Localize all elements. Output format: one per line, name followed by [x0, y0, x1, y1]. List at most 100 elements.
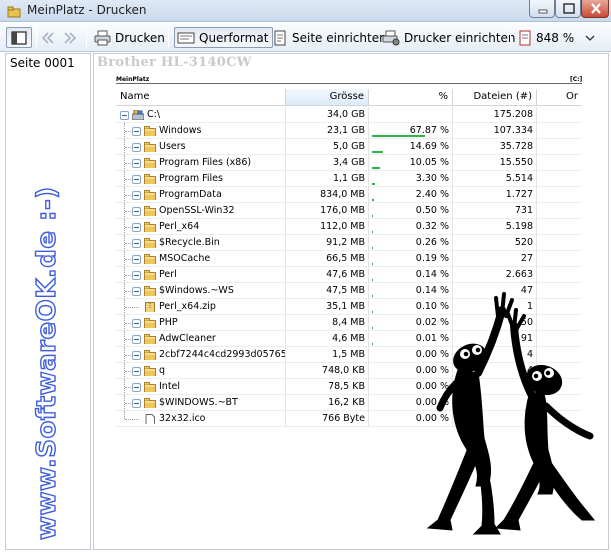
item-name: $WINDOWS.~BT [159, 397, 238, 408]
collapse-toggle-icon[interactable] [132, 351, 141, 360]
tree-line [125, 387, 131, 388]
close-icon [591, 3, 601, 14]
printer-setup-button[interactable]: Drucker einrichten [382, 27, 516, 48]
tree-line [125, 147, 131, 148]
percent-bar [372, 247, 373, 249]
landscape-button[interactable]: Querformat [174, 27, 274, 48]
folder-icon [144, 334, 156, 344]
percent-text: 0.50 % [415, 205, 449, 216]
table-row[interactable]: Perl_x64 112,0 MB 0.32 % 5.198 [116, 219, 582, 235]
maximize-button[interactable] [555, 0, 581, 18]
minimize-button[interactable] [529, 0, 555, 18]
percent-cell: 0.26 % [369, 235, 453, 251]
name-cell: q [116, 363, 286, 379]
size-cell: 3,4 GB [286, 155, 369, 171]
collapse-toggle-icon[interactable] [132, 207, 141, 216]
watermark: www.SoftwareOK.de :-) [31, 186, 62, 541]
collapse-toggle-icon[interactable] [120, 111, 129, 120]
print-button[interactable]: Drucken [94, 27, 165, 48]
table-row[interactable]: $Recycle.Bin 91,2 MB 0.26 % 520 [116, 235, 582, 251]
percent-text: 3.30 % [415, 173, 449, 184]
close-button[interactable] [581, 0, 609, 18]
table-row[interactable]: C:\ 34,0 GB 175.208 [116, 107, 582, 123]
previous-page-button[interactable] [40, 27, 58, 48]
collapse-toggle-icon[interactable] [132, 159, 141, 168]
table-row[interactable]: Program Files 1,1 GB 3.30 % 5.514 [116, 171, 582, 187]
high-five-cartoon [426, 292, 596, 535]
collapse-toggle-icon[interactable] [132, 255, 141, 264]
column-header-files[interactable]: Dateien (#) [453, 89, 537, 106]
item-name: 2cbf7244c4cd2993d05765... [159, 349, 286, 360]
collapse-toggle-icon[interactable] [132, 127, 141, 136]
next-page-button[interactable] [62, 27, 80, 48]
tree-line [125, 291, 131, 292]
collapse-toggle-icon[interactable] [132, 191, 141, 200]
percent-text: 14.69 % [409, 141, 449, 152]
page-setup-label: Seite einrichten [292, 30, 387, 45]
collapse-toggle-icon[interactable] [132, 223, 141, 232]
column-header-percent[interactable]: % [369, 89, 453, 106]
table-row[interactable]: Users 5,0 GB 14.69 % 35.728 [116, 139, 582, 155]
column-header-name[interactable]: Name [116, 89, 286, 106]
zoom-button[interactable]: 848 % [518, 27, 596, 48]
collapse-toggle-icon[interactable] [132, 383, 141, 392]
name-cell: Windows [116, 123, 286, 139]
name-cell: Program Files [116, 171, 286, 187]
page-list-item[interactable]: Seite 0001 [10, 56, 75, 70]
tree-line [124, 411, 125, 419]
collapse-toggle-icon[interactable] [132, 287, 141, 296]
size-cell: 78,5 KB [286, 379, 369, 395]
percent-text: 67.87 % [409, 125, 449, 136]
collapse-toggle-icon[interactable] [132, 239, 141, 248]
table-row[interactable]: OpenSSL-Win32 176,0 MB 0.50 % 731 [116, 203, 582, 219]
table-row[interactable]: ProgramData 834,0 MB 2.40 % 1.727 [116, 187, 582, 203]
name-cell: Intel [116, 379, 286, 395]
folder-icon [144, 206, 156, 216]
toolbar: Drucken Querformat Seite einrichten Druc… [0, 23, 611, 52]
tree-line [125, 323, 131, 324]
collapse-toggle-icon[interactable] [132, 319, 141, 328]
page-setup-button[interactable]: Seite einrichten [272, 27, 387, 48]
percent-cell: 0.50 % [369, 203, 453, 219]
percent-bar [372, 231, 373, 233]
tree-line [125, 227, 131, 228]
percent-bar [372, 263, 373, 265]
name-cell: Perl [116, 267, 286, 283]
percent-text: 10.05 % [409, 157, 449, 168]
folder-icon [144, 366, 156, 376]
print-label: Drucken [115, 30, 165, 45]
folder-icon [144, 270, 156, 280]
zoom-page-icon [519, 30, 531, 45]
item-name: MSOCache [159, 253, 211, 264]
table-row[interactable]: Windows 23,1 GB 67.87 % 107.334 [116, 123, 582, 139]
collapse-toggle-icon[interactable] [132, 175, 141, 184]
percent-bar [372, 167, 380, 169]
panel-icon [11, 30, 27, 45]
name-cell: OpenSSL-Win32 [116, 203, 286, 219]
column-header-or[interactable]: Or [537, 89, 582, 106]
collapse-toggle-icon[interactable] [132, 367, 141, 376]
collapse-toggle-icon[interactable] [132, 335, 141, 344]
size-cell: 47,5 MB [286, 283, 369, 299]
toggle-pages-button[interactable] [6, 27, 32, 48]
name-cell: $Windows.~WS [116, 283, 286, 299]
folder-icon [144, 174, 156, 184]
collapse-toggle-icon[interactable] [132, 399, 141, 408]
collapse-toggle-icon[interactable] [132, 143, 141, 152]
zip-icon [145, 302, 155, 312]
item-name: Users [159, 141, 186, 152]
paper-title: MeinPlatz [116, 76, 150, 83]
paper-drive-label: [C:] [570, 76, 583, 83]
percent-bar [372, 327, 373, 329]
percent-bar [372, 343, 373, 345]
percent-cell [369, 107, 453, 123]
page-setup-icon [274, 30, 286, 45]
files-cell: 5.514 [453, 171, 537, 187]
minimize-icon [538, 9, 548, 14]
column-header-size[interactable]: Grösse [286, 89, 369, 106]
name-cell: AdwCleaner [116, 331, 286, 347]
folder-icon [144, 142, 156, 152]
table-row[interactable]: Program Files (x86) 3,4 GB 10.05 % 15.550 [116, 155, 582, 171]
collapse-toggle-icon[interactable] [132, 271, 141, 280]
tree-line [125, 307, 139, 308]
